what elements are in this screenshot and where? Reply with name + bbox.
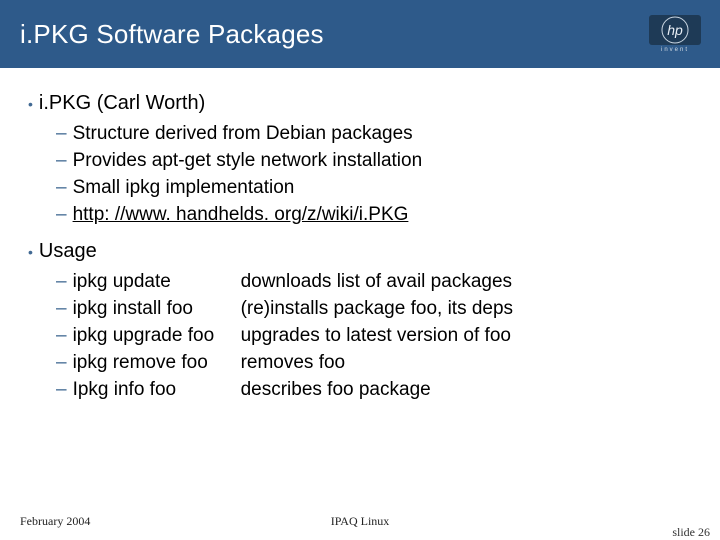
list-item-link[interactable]: http: //www. handhelds. org/z/wiki/i.PKG [73,204,409,226]
title-bar: i.PKG Software Packages hp invent [0,0,720,68]
usage-description: (re)installs package foo, its deps [241,298,692,320]
list-item: –http: //www. handhelds. org/z/wiki/i.PK… [56,204,692,226]
usage-command: ipkg install foo [73,298,241,320]
usage-row: –ipkg install foo(re)installs package fo… [56,298,692,320]
section-heading: i.PKG (Carl Worth) [39,92,205,115]
usage-description: upgrades to latest version of foo [241,325,692,347]
bullet-dot-icon: • [28,94,33,114]
usage-description: describes foo package [241,379,692,401]
bullet-list: • i.PKG (Carl Worth) –Structure derived … [28,92,692,401]
hp-logo: hp invent [646,12,704,56]
slide-body: • i.PKG (Carl Worth) –Structure derived … [0,68,720,401]
hp-logo-subtext: invent [661,47,689,53]
section-ipkg: • i.PKG (Carl Worth) –Structure derived … [28,92,692,226]
usage-table: –ipkg updatedownloads list of avail pack… [56,271,692,401]
usage-row: –ipkg remove fooremoves foo [56,352,692,374]
footer-slide-number: slide 26 [672,525,710,540]
sub-list: –Structure derived from Debian packages … [56,123,692,226]
usage-command: ipkg upgrade foo [73,325,241,347]
svg-text:hp: hp [667,22,683,38]
section-usage: • Usage –ipkg updatedownloads list of av… [28,240,692,401]
usage-row: –ipkg upgrade fooupgrades to latest vers… [56,325,692,347]
usage-command: ipkg update [73,271,241,293]
bullet-dot-icon: • [28,242,33,262]
dash-icon: – [56,177,67,199]
usage-command: Ipkg info foo [73,379,241,401]
usage-row: –Ipkg info foodescribes foo package [56,379,692,401]
usage-description: downloads list of avail packages [241,271,692,293]
usage-command: ipkg remove foo [73,352,241,374]
usage-description: removes foo [241,352,692,374]
list-item-text: Structure derived from Debian packages [73,123,413,145]
slide-footer: February 2004 IPAQ Linux slide 26 [0,510,720,532]
usage-row: –ipkg updatedownloads list of avail pack… [56,271,692,293]
dash-icon: – [56,271,67,293]
list-item-text: Small ipkg implementation [73,177,295,199]
footer-date: February 2004 [20,514,90,529]
list-item: –Provides apt-get style network installa… [56,150,692,172]
list-item: –Structure derived from Debian packages [56,123,692,145]
slide-title: i.PKG Software Packages [20,19,324,50]
dash-icon: – [56,150,67,172]
list-item: –Small ipkg implementation [56,177,692,199]
dash-icon: – [56,352,67,374]
dash-icon: – [56,325,67,347]
dash-icon: – [56,204,67,226]
hp-logo-icon: hp [649,15,701,45]
dash-icon: – [56,123,67,145]
slide: i.PKG Software Packages hp invent • i.PK… [0,0,720,540]
dash-icon: – [56,379,67,401]
dash-icon: – [56,298,67,320]
section-heading: Usage [39,240,97,263]
list-item-text: Provides apt-get style network installat… [73,150,423,172]
footer-title: IPAQ Linux [331,514,390,529]
